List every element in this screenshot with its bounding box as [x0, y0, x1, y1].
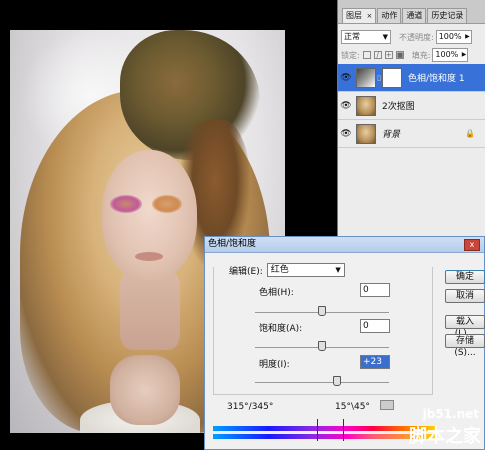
blend-mode-select[interactable]: 正常 ▼: [341, 30, 391, 44]
eye-icon[interactable]: 👁: [338, 129, 354, 139]
lightness-slider-knob[interactable]: [333, 376, 342, 386]
save-button[interactable]: 存储(S)...: [445, 334, 485, 358]
blend-row: 正常 ▼ 不透明度: 100% ▶: [341, 29, 482, 45]
range-left-text: 315°/345°: [227, 402, 274, 412]
lock-row: 锁定: / + ■ 填充: 100% ▶: [341, 48, 482, 62]
eye-icon[interactable]: 👁: [338, 101, 354, 111]
cancel-button[interactable]: 取消: [445, 289, 485, 303]
tab-channels[interactable]: 通道: [402, 8, 427, 23]
lock-icon: 🔒: [465, 129, 475, 138]
lock-transparency-icon[interactable]: [362, 51, 371, 59]
dialog-title: 色相/饱和度: [205, 237, 484, 253]
tab-label: 图层: [346, 11, 362, 20]
chevron-down-icon: ▼: [335, 266, 341, 274]
chevron-down-icon: ▼: [382, 33, 388, 41]
fill-label: 填充:: [411, 50, 431, 60]
hue-label: 色相(H):: [259, 288, 294, 298]
saturation-slider-knob[interactable]: [318, 341, 326, 351]
panel-tabs: 图层 × 动作 通道 历史记录: [338, 0, 485, 24]
right-eye-makeup: [152, 195, 182, 213]
tab-history[interactable]: 历史记录: [427, 8, 468, 23]
neck: [120, 270, 180, 350]
load-button[interactable]: 载入(L)...: [445, 315, 485, 339]
opacity-value: 100%: [438, 32, 462, 41]
lightness-slider-track[interactable]: [255, 382, 389, 383]
opacity-label: 不透明度:: [399, 32, 434, 42]
edit-value: 红色: [270, 265, 289, 275]
layer-name: 背景: [382, 130, 401, 140]
close-icon[interactable]: ×: [367, 12, 373, 20]
watermark-text: 脚本之家: [409, 426, 481, 447]
ok-button[interactable]: 确定: [445, 270, 485, 284]
chevron-right-icon: ▶: [465, 33, 470, 40]
fill-field[interactable]: 100% ▶: [432, 48, 469, 62]
layers-panel: 图层 × 动作 通道 历史记录 正常 ▼ 不透明度: 100% ▶ 锁定: / …: [337, 0, 485, 236]
move-icon[interactable]: +: [384, 51, 393, 59]
lightness-label: 明度(I):: [259, 360, 290, 370]
hand: [110, 355, 180, 425]
layer-name: 色相/饱和度 1: [408, 74, 465, 84]
lips: [135, 252, 163, 261]
edit-row: 编辑(E): 红色 ▼: [229, 263, 345, 277]
layer-name: 2次抠图: [382, 102, 415, 112]
range-button[interactable]: [380, 400, 394, 410]
close-button[interactable]: x: [464, 239, 480, 251]
layer-row-cutout[interactable]: 👁 2次抠图: [338, 92, 485, 120]
tab-label: 历史记录: [431, 11, 464, 20]
left-eye-makeup: [110, 195, 142, 213]
watermark: jb51.net 脚本之家: [400, 405, 485, 450]
lightness-input[interactable]: +23: [360, 355, 390, 369]
range-right-text: 15°\45°: [335, 402, 370, 412]
hue-slider-knob[interactable]: [318, 306, 326, 316]
watermark-url: jb51.net: [422, 407, 479, 421]
eye-icon[interactable]: 👁: [338, 73, 354, 83]
layer-thumbnail: [356, 123, 376, 144]
adjustment-thumbnail: [356, 67, 376, 88]
lock-label: 锁定:: [341, 50, 360, 60]
mask-thumbnail[interactable]: [382, 67, 402, 88]
edit-select[interactable]: 红色 ▼: [266, 263, 345, 277]
blend-mode-value: 正常: [344, 32, 360, 41]
layer-thumbnail: [356, 95, 376, 116]
layer-row-background[interactable]: 👁 背景 🔒: [338, 120, 485, 148]
chevron-right-icon: ▶: [461, 51, 467, 58]
range-marker[interactable]: [343, 419, 344, 441]
fill-value: 100%: [435, 50, 459, 59]
opacity-field[interactable]: 100% ▶: [435, 30, 472, 44]
tab-label: 动作: [381, 11, 398, 20]
lock-icon[interactable]: ■: [395, 51, 404, 59]
edit-label: 编辑(E):: [229, 266, 263, 277]
hue-input[interactable]: 0: [360, 283, 390, 297]
brush-icon[interactable]: /: [373, 51, 382, 59]
tab-actions[interactable]: 动作: [377, 8, 402, 23]
screen: 图层 × 动作 通道 历史记录 正常 ▼ 不透明度: 100% ▶ 锁定: / …: [0, 0, 485, 450]
range-marker[interactable]: [317, 419, 318, 441]
saturation-label: 饱和度(A):: [259, 324, 303, 334]
tab-label: 通道: [406, 11, 423, 20]
tab-layers[interactable]: 图层 ×: [342, 8, 377, 23]
lock-icons: / + ■: [362, 51, 404, 59]
layer-row-hue-saturation[interactable]: 👁 ▯ 色相/饱和度 1: [338, 64, 485, 92]
settings-group: [213, 267, 433, 395]
saturation-input[interactable]: 0: [360, 319, 390, 333]
